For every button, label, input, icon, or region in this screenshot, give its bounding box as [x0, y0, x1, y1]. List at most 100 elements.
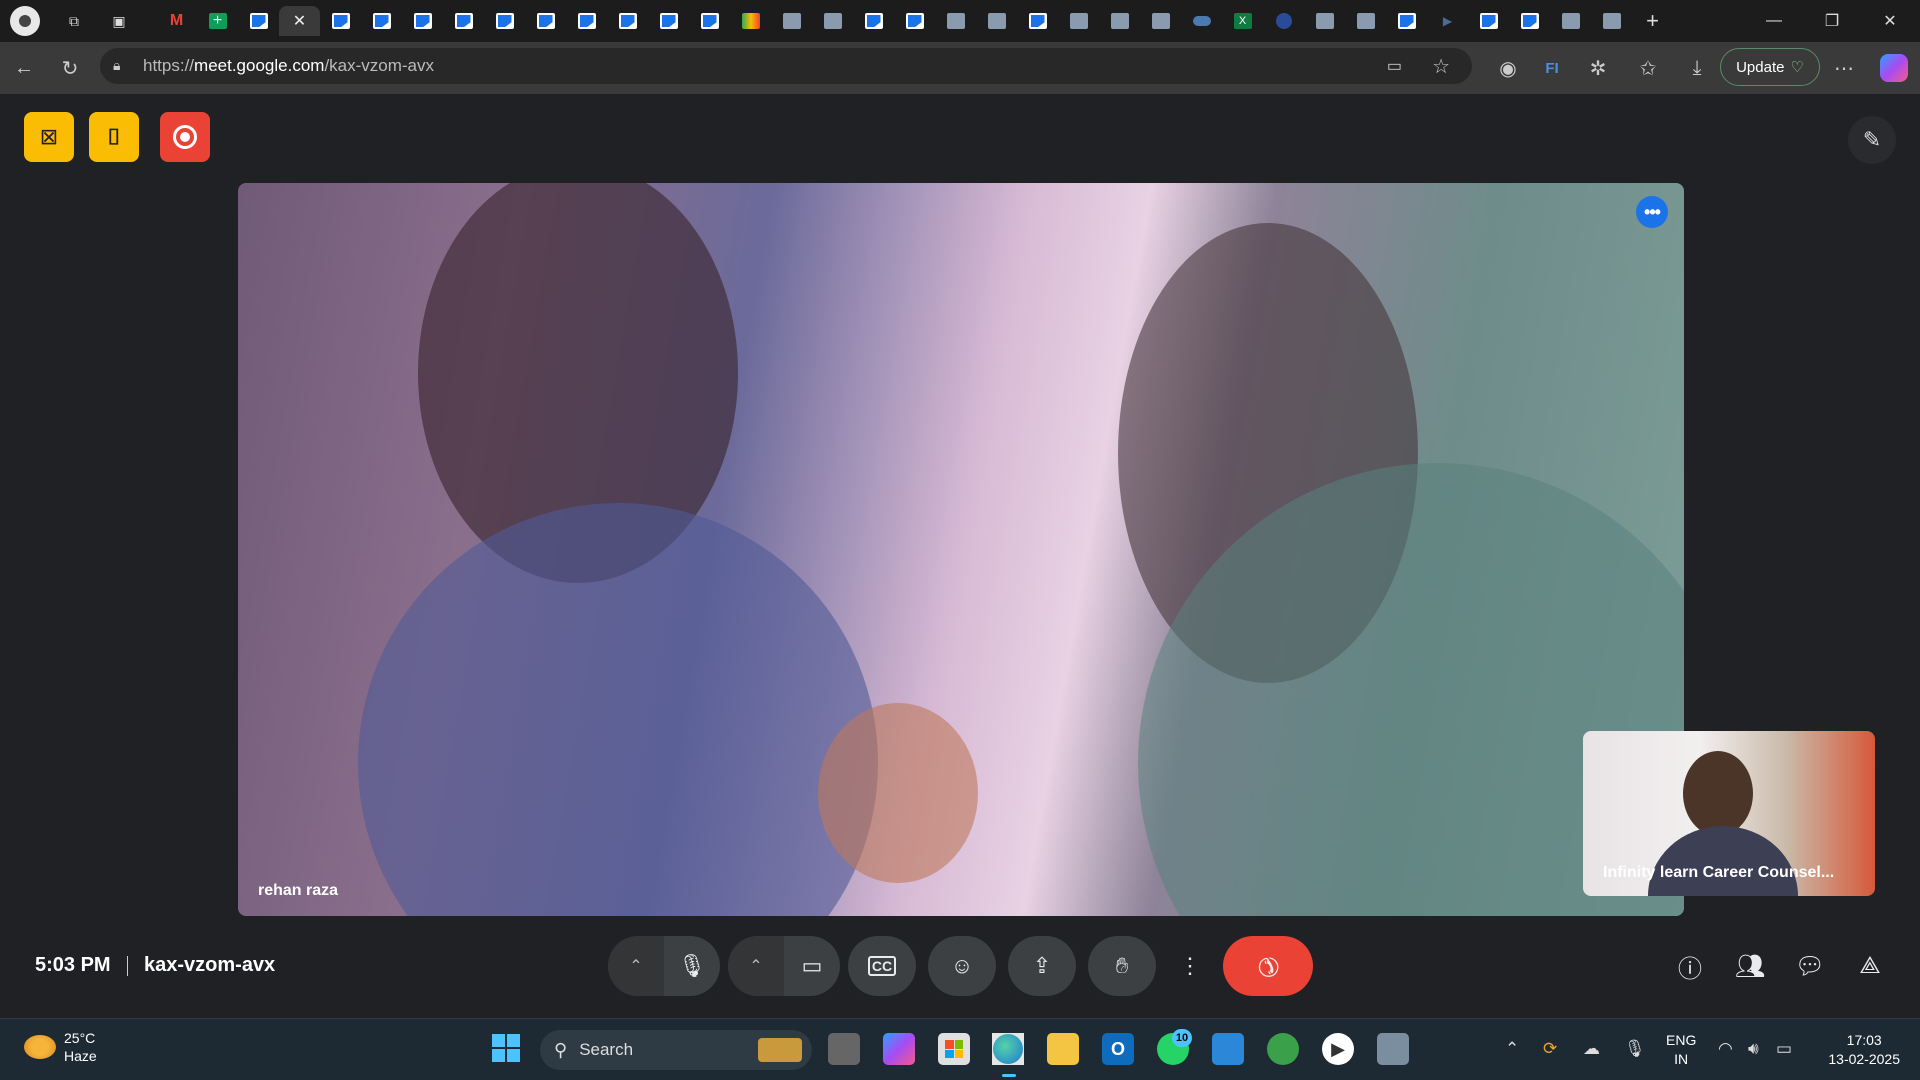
tab-doc[interactable]	[1099, 6, 1140, 36]
settings-more-icon[interactable]: ⋯	[1830, 54, 1858, 82]
breakout-rooms-button[interactable]: ⌷	[89, 112, 139, 162]
new-tab-button[interactable]: +	[1632, 6, 1673, 36]
microphone-button[interactable]: 🎙︎	[664, 936, 720, 996]
tab-doc[interactable]	[566, 6, 607, 36]
participant-options-button[interactable]: •••	[1636, 196, 1668, 228]
tab-doc[interactable]	[1386, 6, 1427, 36]
close-window-button[interactable]: ✕	[1861, 0, 1919, 42]
lock-icon[interactable]: 🔒︎	[113, 57, 120, 74]
tab-doc[interactable]	[894, 6, 935, 36]
task-view-icon[interactable]	[828, 1033, 860, 1065]
weather-widget[interactable]: 25°C Haze	[24, 1029, 97, 1065]
pen-edit-icon[interactable]: ✎	[1848, 116, 1896, 164]
tab-doc[interactable]	[1140, 6, 1181, 36]
tab-doc[interactable]	[976, 6, 1017, 36]
recording-button[interactable]	[160, 112, 210, 162]
wifi-icon[interactable]: ◠	[1718, 1039, 1733, 1059]
camera-in-use-icon[interactable]: ▭	[1387, 56, 1402, 76]
mic-tray-icon[interactable]: 🎙︎	[1624, 1039, 1646, 1059]
tab-doc[interactable]	[1304, 6, 1345, 36]
tab-doc[interactable]	[525, 6, 566, 36]
clock-widget[interactable]: 17:03 13-02-2025	[1828, 1031, 1900, 1069]
camera-app-icon[interactable]	[1377, 1033, 1409, 1065]
tab-meet-active[interactable]: ✕	[279, 6, 320, 36]
people-button[interactable]: 👥︎	[1728, 944, 1772, 988]
tab-excel[interactable]: X	[1222, 6, 1263, 36]
self-view-video[interactable]: Infinity learn Career Counsel...	[1583, 731, 1875, 896]
tab-other[interactable]: ▶	[1427, 6, 1468, 36]
tab-doc[interactable]	[607, 6, 648, 36]
restore-button[interactable]: ❐	[1803, 0, 1861, 42]
profile-avatar-icon[interactable]	[10, 6, 40, 36]
close-tab-icon[interactable]: ✕	[293, 11, 306, 31]
video-options-button[interactable]: ⌃	[728, 936, 784, 996]
leave-call-button[interactable]: ✆	[1223, 936, 1313, 996]
tab-doc[interactable]	[853, 6, 894, 36]
start-button[interactable]	[490, 1032, 522, 1064]
show-hidden-icons[interactable]: ⌃	[1505, 1039, 1519, 1059]
tab-doc[interactable]	[1591, 6, 1632, 36]
onedrive-paused-icon[interactable]: ☁	[1583, 1039, 1600, 1059]
present-screen-button[interactable]: ⇪	[1008, 936, 1076, 996]
battery-icon[interactable]: ▭	[1776, 1039, 1792, 1059]
camera-button[interactable]: ▭	[784, 936, 840, 996]
tab-doc[interactable]	[1058, 6, 1099, 36]
app-green-icon[interactable]	[1267, 1033, 1299, 1065]
update-button[interactable]: Update ♡	[1720, 48, 1820, 86]
host-controls-button[interactable]: ⊠	[24, 112, 74, 162]
tab-sheets[interactable]: +	[197, 6, 238, 36]
reactions-button[interactable]: ☺	[928, 936, 996, 996]
tab-doc[interactable]	[443, 6, 484, 36]
tab-doc[interactable]	[935, 6, 976, 36]
tab-doc[interactable]	[1550, 6, 1591, 36]
tab-actions-icon[interactable]: ▣	[109, 11, 129, 31]
tab-doc[interactable]	[1017, 6, 1058, 36]
tab-doc[interactable]	[1345, 6, 1386, 36]
extension-icon[interactable]: ◉	[1494, 54, 1522, 82]
back-button[interactable]: ←	[10, 54, 38, 82]
notepad-icon[interactable]	[1212, 1033, 1244, 1065]
tab-meet[interactable]	[730, 6, 771, 36]
copilot-icon[interactable]	[1880, 54, 1908, 82]
reload-button[interactable]: ↻	[56, 54, 84, 82]
sync-icon[interactable]: ⟳	[1543, 1039, 1557, 1059]
favorites-icon[interactable]: ✩	[1634, 54, 1662, 82]
workspaces-icon[interactable]: ⧉	[64, 11, 84, 31]
tab-doc[interactable]	[1509, 6, 1550, 36]
audio-options-button[interactable]: ⌃	[608, 936, 664, 996]
tab-doc[interactable]	[320, 6, 361, 36]
activities-button[interactable]: ⟁	[1848, 944, 1892, 988]
tab-doc[interactable]	[648, 6, 689, 36]
tab-other[interactable]	[1263, 6, 1304, 36]
tab-onedrive[interactable]	[1181, 6, 1222, 36]
minimize-button[interactable]: —	[1745, 0, 1803, 42]
downloads-icon[interactable]: ⤓	[1683, 54, 1711, 82]
language-indicator[interactable]: ENG IN	[1666, 1031, 1696, 1069]
copilot-taskbar-icon[interactable]	[883, 1033, 915, 1065]
chat-button[interactable]: 💬︎	[1788, 944, 1832, 988]
url-text[interactable]: https://meet.google.com/kax-vzom-avx	[143, 56, 434, 76]
outlook-icon[interactable]: O	[1102, 1033, 1134, 1065]
volume-icon[interactable]: 🔊︎	[1748, 1039, 1759, 1059]
edge-active-tile[interactable]	[992, 1033, 1024, 1065]
raise-hand-button[interactable]: ✋︎	[1088, 936, 1156, 996]
more-options-button[interactable]: ⋮	[1168, 936, 1212, 996]
media-player-icon[interactable]: ▶	[1322, 1033, 1354, 1065]
store-icon[interactable]	[938, 1033, 970, 1065]
taskbar-search[interactable]: ⚲ Search	[540, 1030, 812, 1070]
tab-doc[interactable]	[402, 6, 443, 36]
tab-doc[interactable]	[484, 6, 525, 36]
extension-fi-icon[interactable]: FI	[1538, 54, 1566, 82]
bookmark-star-icon[interactable]: ☆	[1432, 54, 1450, 79]
tab-doc[interactable]	[1468, 6, 1509, 36]
tab-doc[interactable]	[361, 6, 402, 36]
tab-gmail[interactable]: M	[156, 6, 197, 36]
tab-doc[interactable]	[689, 6, 730, 36]
address-bar[interactable]: 🔒︎ https://meet.google.com/kax-vzom-avx …	[100, 48, 1472, 84]
meeting-details-button[interactable]: ⓘ	[1668, 944, 1712, 988]
tab-doc[interactable]	[238, 6, 279, 36]
tab-doc[interactable]	[771, 6, 812, 36]
extensions-puzzle-icon[interactable]: ✲	[1584, 54, 1612, 82]
main-participant-video[interactable]: ••• rehan raza	[238, 183, 1684, 916]
captions-button[interactable]: CC	[848, 936, 916, 996]
